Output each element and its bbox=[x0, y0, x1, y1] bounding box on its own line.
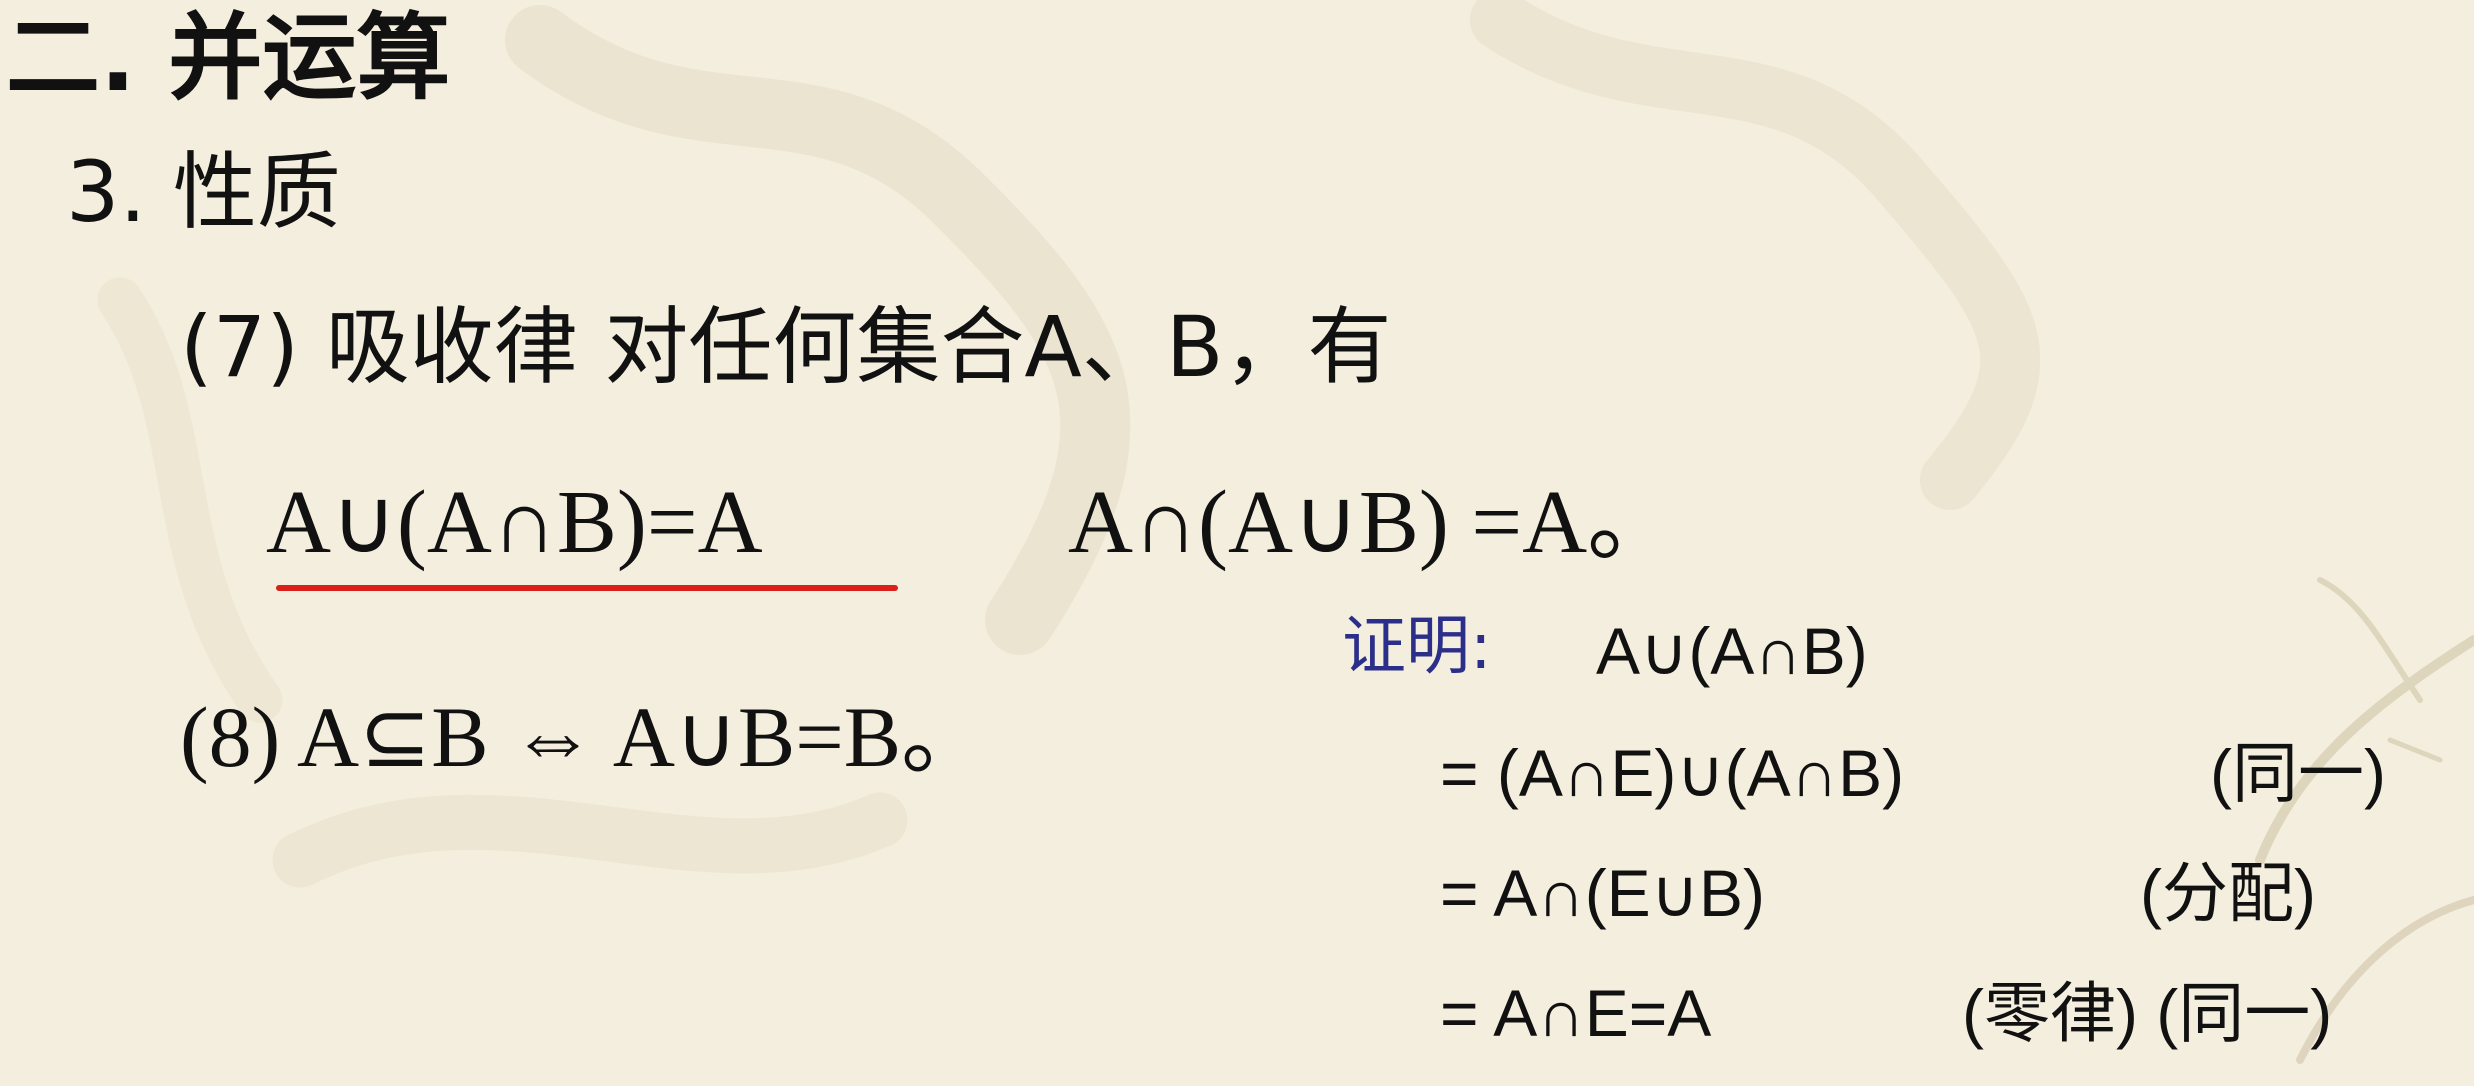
absorption-formula-right: A∩(A∪B) =A。 bbox=[1068, 473, 1678, 572]
proof-reason-2: (分配) bbox=[2140, 856, 2316, 930]
property-subheading: 3. 性质 bbox=[66, 143, 341, 241]
red-underline bbox=[276, 585, 898, 591]
proof-line-1: = (A∩E)∪(A∩B) bbox=[1440, 736, 1905, 810]
absorption-law-statement: (7) 吸收律 对任何集合A、B，有 bbox=[180, 298, 1392, 396]
proof-line-3: = A∩E=A bbox=[1440, 976, 1712, 1050]
absorption-formula-left: A∪(A∩B)=A bbox=[266, 473, 763, 572]
subset-property-statement: (8) A⊆B ⇔ A∪B=B。 bbox=[180, 689, 988, 785]
proof-line-2: = A∩(E∪B) bbox=[1440, 856, 1766, 930]
proof-reason-3: (零律) (同一) bbox=[1962, 976, 2333, 1050]
proof-reason-1: (同一) bbox=[2210, 736, 2386, 810]
section-heading: 二. 并运算 bbox=[6, 4, 451, 113]
proof-line-0: A∪(A∩B) bbox=[1596, 614, 1868, 688]
proof-label: 证明: bbox=[1342, 610, 1492, 684]
